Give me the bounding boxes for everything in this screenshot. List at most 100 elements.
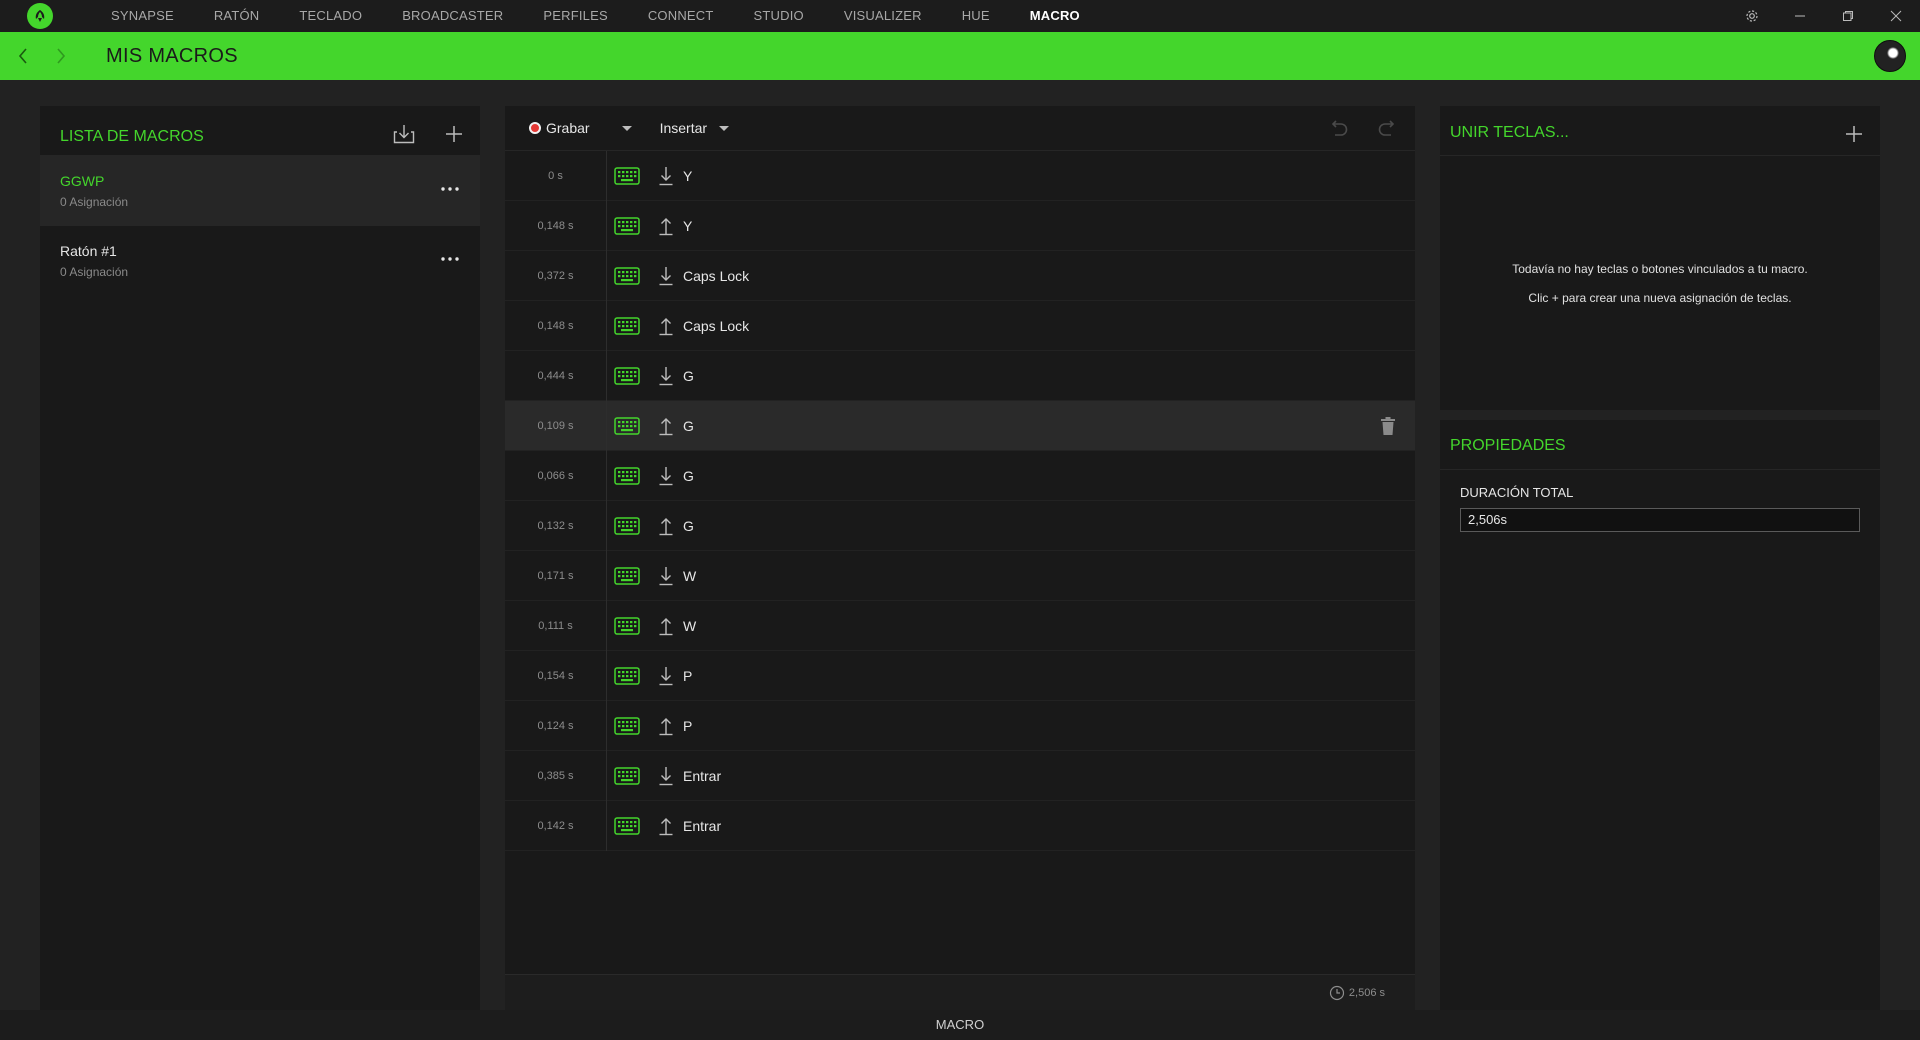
keyboard-icon: [614, 766, 640, 785]
more-options-icon[interactable]: [438, 181, 462, 197]
back-chevron-icon[interactable]: [4, 32, 42, 80]
top-nav: SYNAPSE RATÓN TECLADO BROADCASTER PERFILES CO…: [0, 0, 1920, 32]
keyboard-icon: [614, 316, 640, 335]
event-key: W: [683, 617, 697, 634]
macro-name: GGWP: [60, 173, 105, 189]
tab-macro[interactable]: MACRO: [1010, 0, 1100, 32]
macro-event-row[interactable]: 0,111 s W: [505, 600, 1415, 651]
tab-visualizer[interactable]: VISUALIZER: [824, 0, 942, 32]
macro-event-row[interactable]: 0,124 s P: [505, 700, 1415, 751]
macro-event-row[interactable]: 0,154 s P: [505, 650, 1415, 701]
macro-list-panel: LISTA DE MACROS GGWP 0 Asignación Ratón #1…: [40, 106, 480, 1010]
page-title: MIS MACROS: [106, 44, 238, 67]
event-delay[interactable]: 0,171 s: [505, 550, 607, 601]
undo-icon[interactable]: [1325, 116, 1351, 142]
key-up-arrow-icon: [658, 616, 674, 636]
event-key: G: [683, 467, 694, 484]
keyboard-icon: [614, 266, 640, 285]
redo-icon[interactable]: [1375, 116, 1401, 142]
keyboard-icon: [614, 666, 640, 685]
record-button[interactable]: Grabar: [529, 120, 590, 136]
key-up-arrow-icon: [658, 216, 674, 236]
total-time-readout: 2,506 s: [1348, 986, 1385, 999]
key-down-arrow-icon: [658, 166, 674, 186]
event-delay[interactable]: 0,148 s: [505, 200, 607, 251]
user-avatar[interactable]: [1874, 40, 1906, 72]
tab-teclado[interactable]: TECLADO: [279, 0, 382, 32]
delete-trash-icon[interactable]: [1379, 415, 1397, 437]
add-macro-plus-icon[interactable]: [442, 122, 466, 146]
razer-logo-icon[interactable]: [27, 3, 53, 29]
import-icon[interactable]: [392, 122, 416, 146]
editor-toolbar: Grabar Insertar: [505, 106, 1415, 151]
event-key: Y: [683, 217, 693, 234]
event-key: Caps Lock: [683, 317, 750, 334]
record-options-chevron-down-icon[interactable]: [621, 125, 632, 131]
macro-event-row[interactable]: 0,109 s G: [505, 400, 1415, 451]
macro-event-row[interactable]: 0,444 s G: [505, 350, 1415, 401]
keyboard-icon: [614, 566, 640, 585]
keyboard-icon: [614, 366, 640, 385]
no-bindings-hint: Clic + para crear una nueva asignación d…: [1528, 291, 1792, 305]
tab-studio[interactable]: STUDIO: [734, 0, 824, 32]
event-delay[interactable]: 0 s: [505, 150, 607, 201]
tab-synapse[interactable]: SYNAPSE: [91, 0, 194, 32]
event-delay[interactable]: 0,385 s: [505, 750, 607, 801]
insert-label: Insertar: [659, 120, 708, 136]
event-delay[interactable]: 0,372 s: [505, 250, 607, 301]
total-duration-field[interactable]: 2,506s: [1460, 508, 1860, 532]
key-up-arrow-icon: [658, 516, 674, 536]
macro-event-row[interactable]: 0,385 s Entrar: [505, 750, 1415, 801]
macro-event-row[interactable]: 0,171 s W: [505, 550, 1415, 601]
more-options-icon[interactable]: [438, 251, 462, 267]
event-delay[interactable]: 0,132 s: [505, 500, 607, 551]
macro-event-row[interactable]: 0,132 s G: [505, 500, 1415, 551]
keyboard-icon: [614, 616, 640, 635]
tab-hue[interactable]: HUE: [942, 0, 1010, 32]
record-label: Grabar: [546, 120, 590, 136]
properties-title: PROPIEDADES: [1450, 437, 1566, 454]
minimize-icon[interactable]: [1776, 0, 1824, 32]
macro-list-item[interactable]: GGWP 0 Asignación: [40, 156, 480, 226]
add-binding-plus-icon[interactable]: [1842, 122, 1866, 146]
close-icon[interactable]: [1872, 0, 1920, 32]
keyboard-icon: [614, 416, 640, 435]
forward-chevron-icon[interactable]: [42, 32, 80, 80]
tab-rat-n[interactable]: RATÓN: [194, 0, 280, 32]
bind-keys-panel: UNIR TECLAS... Todavía no hay teclas o b…: [1440, 106, 1880, 410]
macro-event-row[interactable]: 0 s Y: [505, 150, 1415, 201]
macro-list-item[interactable]: Ratón #1 0 Asignación: [40, 226, 480, 296]
event-delay[interactable]: 0,154 s: [505, 650, 607, 701]
event-delay[interactable]: 0,142 s: [505, 800, 607, 851]
window-controls: [1728, 0, 1920, 32]
tab-connect[interactable]: CONNECT: [628, 0, 734, 32]
settings-gear-icon[interactable]: [1728, 0, 1776, 32]
event-delay[interactable]: 0,444 s: [505, 350, 607, 401]
event-delay[interactable]: 0,148 s: [505, 300, 607, 351]
keyboard-icon: [614, 166, 640, 185]
macro-name: Ratón #1: [60, 243, 117, 259]
properties-header: PROPIEDADES: [1440, 420, 1880, 470]
event-delay[interactable]: 0,124 s: [505, 700, 607, 751]
keyboard-icon: [614, 466, 640, 485]
undo-redo-group: [1301, 116, 1401, 142]
key-up-arrow-icon: [658, 716, 674, 736]
macro-events-list: 0 s Y 0,148 s Y 0,372 s Caps Lock 0,148 s Caps …: [505, 150, 1415, 851]
insert-dropdown[interactable]: Insertar: [659, 120, 730, 136]
macro-event-row[interactable]: 0,372 s Caps Lock: [505, 250, 1415, 301]
tab-broadcaster[interactable]: BROADCASTER: [382, 0, 523, 32]
key-down-arrow-icon: [658, 466, 674, 486]
macro-event-row[interactable]: 0,148 s Caps Lock: [505, 300, 1415, 351]
event-delay[interactable]: 0,111 s: [505, 600, 607, 651]
macro-event-row[interactable]: 0,142 s Entrar: [505, 800, 1415, 851]
restore-icon[interactable]: [1824, 0, 1872, 32]
keyboard-icon: [614, 816, 640, 835]
clock-icon: [1329, 985, 1345, 1001]
event-delay[interactable]: 0,066 s: [505, 450, 607, 501]
macro-event-row[interactable]: 0,066 s G: [505, 450, 1415, 501]
macro-assignment-count: 0 Asignación: [60, 195, 129, 209]
macro-list-title: LISTA DE MACROS: [60, 128, 204, 145]
event-delay[interactable]: 0,109 s: [505, 400, 607, 451]
tab-perfiles[interactable]: PERFILES: [523, 0, 627, 32]
macro-event-row[interactable]: 0,148 s Y: [505, 200, 1415, 251]
